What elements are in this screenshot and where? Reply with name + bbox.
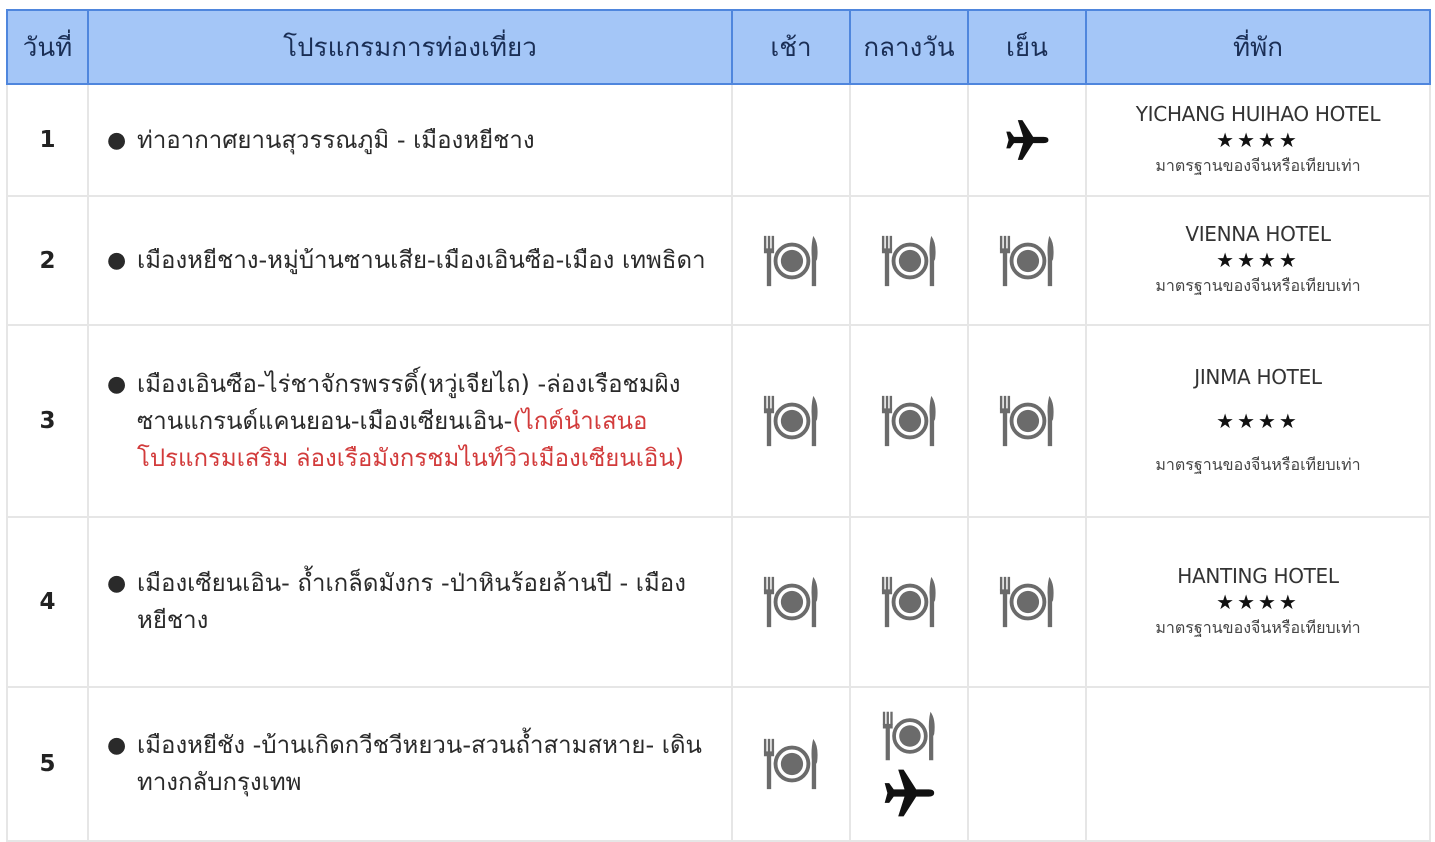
- hotel-cell: [1085, 686, 1431, 842]
- breakfast-cell: [731, 686, 851, 842]
- hotel-name: JINMA HOTEL: [1194, 364, 1322, 389]
- day-number: 1: [6, 83, 89, 197]
- plate-fork-knife-icon: [998, 573, 1056, 631]
- itinerary-table-wrapper: วันที่ โปรแกรมการท่องเที่ยว เช้า กลางวัน…: [6, 9, 1431, 842]
- table-row: 3 ● เมืองเอินซือ-ไร่ชาจักรพรรดิ์(หวู่เจี…: [6, 324, 1431, 518]
- dinner-cell: [967, 324, 1087, 518]
- plate-fork-knife-icon: [880, 573, 938, 631]
- program-text: ท่าอากาศยานสุวรรณภูมิ - เมืองหยีชาง: [137, 125, 535, 154]
- table-row: 5 ● เมืองหยีชัง -บ้านเกิดกวีชวีหยวน-สวนถ…: [6, 686, 1431, 842]
- plate-fork-knife-icon: [998, 392, 1056, 450]
- hotel-note: มาตรฐานของจีนหรือเทียบเท่า: [1155, 454, 1361, 474]
- hotel-cell: HANTING HOTEL ★★★★ มาตรฐานของจีนหรือเทีย…: [1085, 516, 1431, 688]
- lunch-cell: [849, 324, 969, 518]
- dinner-cell: [967, 686, 1087, 842]
- header-breakfast: เช้า: [731, 9, 851, 85]
- day-number: 4: [6, 516, 89, 688]
- header-lunch: กลางวัน: [849, 9, 969, 85]
- hotel-cell: JINMA HOTEL ★★★★ มาตรฐานของจีนหรือเทียบเ…: [1085, 324, 1431, 518]
- breakfast-cell: [731, 83, 851, 197]
- program-cell: ● ท่าอากาศยานสุวรรณภูมิ - เมืองหยีชาง: [87, 83, 733, 197]
- bullet-icon: ●: [107, 248, 127, 273]
- table-row: 4 ● เมืองเซียนเอิน- ถ้ำเกล็ดมังกร -ป่าหิ…: [6, 516, 1431, 688]
- hotel-note: มาตรฐานของจีนหรือเทียบเท่า: [1155, 155, 1361, 175]
- header-hotel: ที่พัก: [1085, 9, 1431, 85]
- plate-fork-knife-icon: [881, 708, 937, 764]
- program-cell: ● เมืองหยีชัง -บ้านเกิดกวีชวีหยวน-สวนถ้ำ…: [87, 686, 733, 842]
- day-number: 3: [6, 324, 89, 518]
- program-text: เมืองหยีชัง -บ้านเกิดกวีชวีหยวน-สวนถ้ำสา…: [137, 731, 702, 796]
- plate-fork-knife-icon: [880, 392, 938, 450]
- hotel-note: มาตรฐานของจีนหรือเทียบเท่า: [1155, 276, 1361, 295]
- plate-fork-knife-icon: [880, 232, 938, 290]
- header-dinner: เย็น: [967, 9, 1087, 85]
- hotel-stars: ★★★★: [1216, 127, 1300, 152]
- bullet-icon: ●: [107, 127, 127, 153]
- bullet-icon: ●: [107, 371, 127, 397]
- plate-fork-knife-icon: [762, 735, 820, 793]
- breakfast-cell: [731, 516, 851, 688]
- plate-fork-knife-icon: [762, 573, 820, 631]
- breakfast-cell: [731, 195, 851, 326]
- hotel-stars: ★★★★: [1216, 248, 1300, 272]
- header-day: วันที่: [6, 9, 89, 85]
- hotel-cell: VIENNA HOTEL ★★★★ มาตรฐานของจีนหรือเทียบ…: [1085, 195, 1431, 326]
- plate-fork-knife-icon: [762, 392, 820, 450]
- plate-fork-knife-icon: [762, 232, 820, 290]
- airplane-icon: [1004, 117, 1050, 163]
- hotel-name: HANTING HOTEL: [1177, 563, 1339, 588]
- bullet-icon: ●: [107, 733, 127, 758]
- header-program: โปรแกรมการท่องเที่ยว: [87, 9, 733, 85]
- lunch-cell: [849, 686, 969, 842]
- program-cell: ● เมืองเซียนเอิน- ถ้ำเกล็ดมังกร -ป่าหินร…: [87, 516, 733, 688]
- day-number: 2: [6, 195, 89, 326]
- program-text: เมืองหยีชาง-หมู่บ้านซานเสีย-เมืองเอินซือ…: [137, 246, 706, 274]
- hotel-stars: ★★★★: [1216, 408, 1300, 433]
- day-number: 5: [6, 686, 89, 842]
- program-cell: ● เมืองเอินซือ-ไร่ชาจักรพรรดิ์(หวู่เจียไ…: [87, 324, 733, 518]
- breakfast-cell: [731, 324, 851, 518]
- hotel-name: VIENNA HOTEL: [1185, 222, 1331, 246]
- dinner-cell: [967, 83, 1087, 197]
- program-cell: ● เมืองหยีชาง-หมู่บ้านซานเสีย-เมืองเอินซ…: [87, 195, 733, 326]
- hotel-note: มาตรฐานของจีนหรือเทียบเท่า: [1155, 617, 1361, 637]
- table-row: 2 ● เมืองหยีชาง-หมู่บ้านซานเสีย-เมืองเอิ…: [6, 195, 1431, 326]
- airplane-icon: [882, 766, 936, 820]
- lunch-cell: [849, 83, 969, 197]
- itinerary-table: วันที่ โปรแกรมการท่องเที่ยว เช้า กลางวัน…: [6, 9, 1431, 842]
- dinner-cell: [967, 516, 1087, 688]
- header-row: วันที่ โปรแกรมการท่องเที่ยว เช้า กลางวัน…: [6, 9, 1431, 85]
- program-text: เมืองเซียนเอิน- ถ้ำเกล็ดมังกร -ป่าหินร้อ…: [137, 569, 686, 634]
- plate-fork-knife-icon: [998, 232, 1056, 290]
- lunch-cell: [849, 195, 969, 326]
- lunch-cell: [849, 516, 969, 688]
- dinner-cell: [967, 195, 1087, 326]
- bullet-icon: ●: [107, 571, 127, 596]
- hotel-cell: YICHANG HUIHAO HOTEL ★★★★ มาตรฐานของจีนห…: [1085, 83, 1431, 197]
- table-row: 1 ● ท่าอากาศยานสุวรรณภูมิ - เมืองหยีชาง …: [6, 83, 1431, 197]
- hotel-name: YICHANG HUIHAO HOTEL: [1135, 101, 1381, 126]
- hotel-stars: ★★★★: [1216, 589, 1300, 614]
